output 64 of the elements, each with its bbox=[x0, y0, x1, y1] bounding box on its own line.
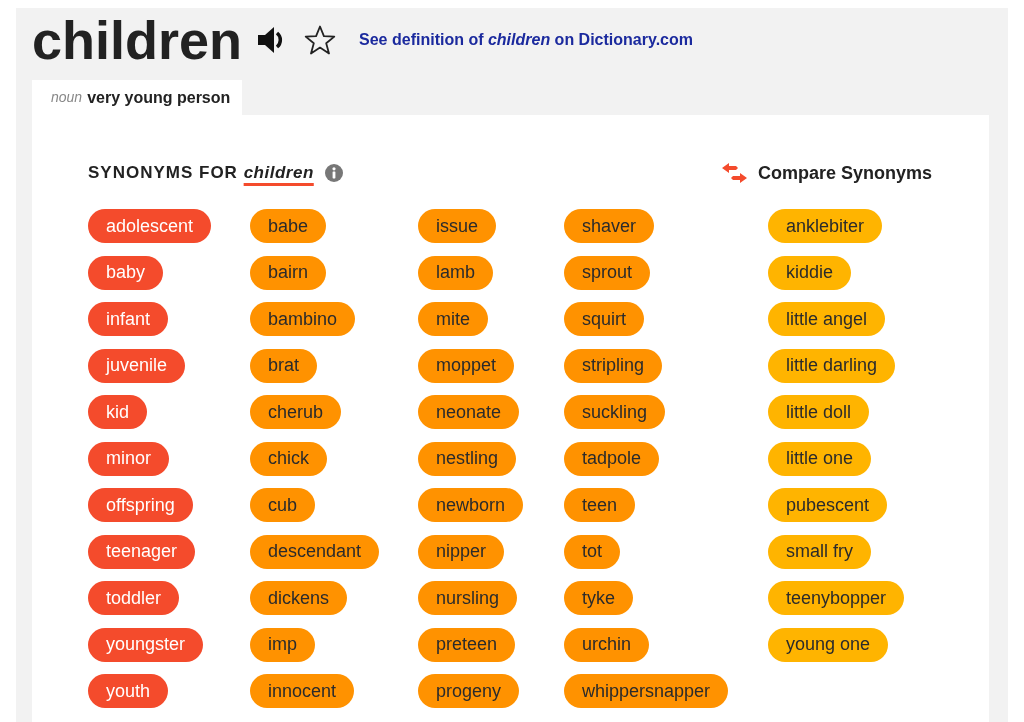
synonym-link[interactable]: progeny bbox=[418, 674, 520, 708]
synonym-link[interactable]: teenybopper bbox=[768, 581, 905, 615]
swap-arrows-icon bbox=[721, 163, 747, 183]
synonym-link[interactable]: anklebiter bbox=[768, 209, 883, 243]
synonym-link[interactable]: neonate bbox=[418, 395, 520, 429]
synonym-link[interactable]: little darling bbox=[768, 348, 896, 383]
synonym-link[interactable]: youth bbox=[88, 674, 169, 708]
synonym-link[interactable]: suckling bbox=[564, 395, 666, 429]
synonym-link[interactable]: small fry bbox=[768, 534, 871, 569]
synonym-link[interactable]: cherub bbox=[250, 395, 342, 429]
synonym-link[interactable]: youngster bbox=[88, 627, 204, 662]
synonym-link[interactable]: cub bbox=[250, 488, 316, 522]
synonym-link[interactable]: little angel bbox=[768, 302, 886, 336]
headword: children bbox=[32, 13, 243, 67]
synonym-link[interactable]: nestling bbox=[418, 441, 517, 476]
synonym-link[interactable]: young one bbox=[768, 627, 889, 662]
synonym-link[interactable]: toddler bbox=[88, 581, 180, 615]
synonyms-heading: SYNONYMS FOR children bbox=[88, 162, 314, 185]
part-of-speech: noun bbox=[51, 88, 83, 107]
synonym-link[interactable]: little doll bbox=[768, 395, 870, 429]
synonym-link[interactable]: mite bbox=[418, 302, 488, 336]
synonym-link[interactable]: shaver bbox=[564, 209, 655, 243]
synonym-link[interactable]: sprout bbox=[564, 255, 651, 290]
synonym-link[interactable]: nursling bbox=[418, 581, 518, 615]
synonym-link[interactable]: teenager bbox=[88, 534, 196, 569]
synonym-link[interactable]: squirt bbox=[564, 302, 644, 336]
synonym-link[interactable]: baby bbox=[88, 255, 164, 290]
synonym-link[interactable]: minor bbox=[88, 441, 169, 476]
synonym-link[interactable]: issue bbox=[418, 209, 497, 243]
synonym-link[interactable]: chick bbox=[250, 441, 327, 476]
synonym-link[interactable]: juvenile bbox=[88, 348, 186, 383]
star-icon[interactable] bbox=[304, 24, 337, 56]
synonym-link[interactable]: lamb bbox=[418, 255, 493, 290]
synonym-link[interactable]: little one bbox=[768, 441, 872, 476]
synonym-link[interactable]: preteen bbox=[418, 627, 516, 662]
synonym-link[interactable]: pubescent bbox=[768, 488, 888, 522]
dictionary-link[interactable]: See definition of children on Dictionary.com bbox=[359, 28, 693, 52]
info-icon[interactable] bbox=[324, 164, 343, 182]
synonym-link[interactable]: descendant bbox=[250, 534, 380, 569]
synonym-link[interactable]: bambino bbox=[250, 302, 356, 336]
synonym-link[interactable]: kid bbox=[88, 395, 147, 429]
synonym-link[interactable]: whippersnapper bbox=[564, 674, 729, 708]
synonym-link[interactable]: stripling bbox=[564, 348, 663, 383]
synonym-link[interactable]: moppet bbox=[418, 348, 515, 383]
synonym-link[interactable]: adolescent bbox=[88, 209, 212, 243]
synonym-link[interactable]: brat bbox=[250, 348, 318, 383]
synonym-link[interactable]: teen bbox=[564, 488, 636, 522]
synonym-link[interactable]: tyke bbox=[564, 581, 633, 615]
synonym-link[interactable]: bairn bbox=[250, 255, 327, 290]
synonym-link[interactable]: newborn bbox=[418, 488, 524, 522]
synonym-link[interactable]: infant bbox=[88, 302, 169, 336]
synonym-link[interactable]: tot bbox=[564, 534, 620, 569]
synonym-link[interactable]: tadpole bbox=[564, 441, 660, 476]
compare-synonyms-button[interactable]: Compare Synonyms bbox=[721, 159, 932, 187]
synonym-link[interactable]: kiddie bbox=[768, 255, 852, 290]
synonym-link[interactable]: nipper bbox=[418, 534, 505, 569]
synonym-link[interactable]: imp bbox=[250, 627, 315, 662]
synonym-link[interactable]: offspring bbox=[88, 488, 193, 522]
sense-tab[interactable]: noun very young person bbox=[32, 80, 243, 115]
sense-definition: very young person bbox=[87, 87, 231, 108]
synonym-link[interactable]: urchin bbox=[564, 627, 650, 662]
synonym-link[interactable]: babe bbox=[250, 209, 327, 243]
synonym-link[interactable]: innocent bbox=[250, 674, 355, 708]
synonym-link[interactable]: dickens bbox=[250, 581, 348, 615]
